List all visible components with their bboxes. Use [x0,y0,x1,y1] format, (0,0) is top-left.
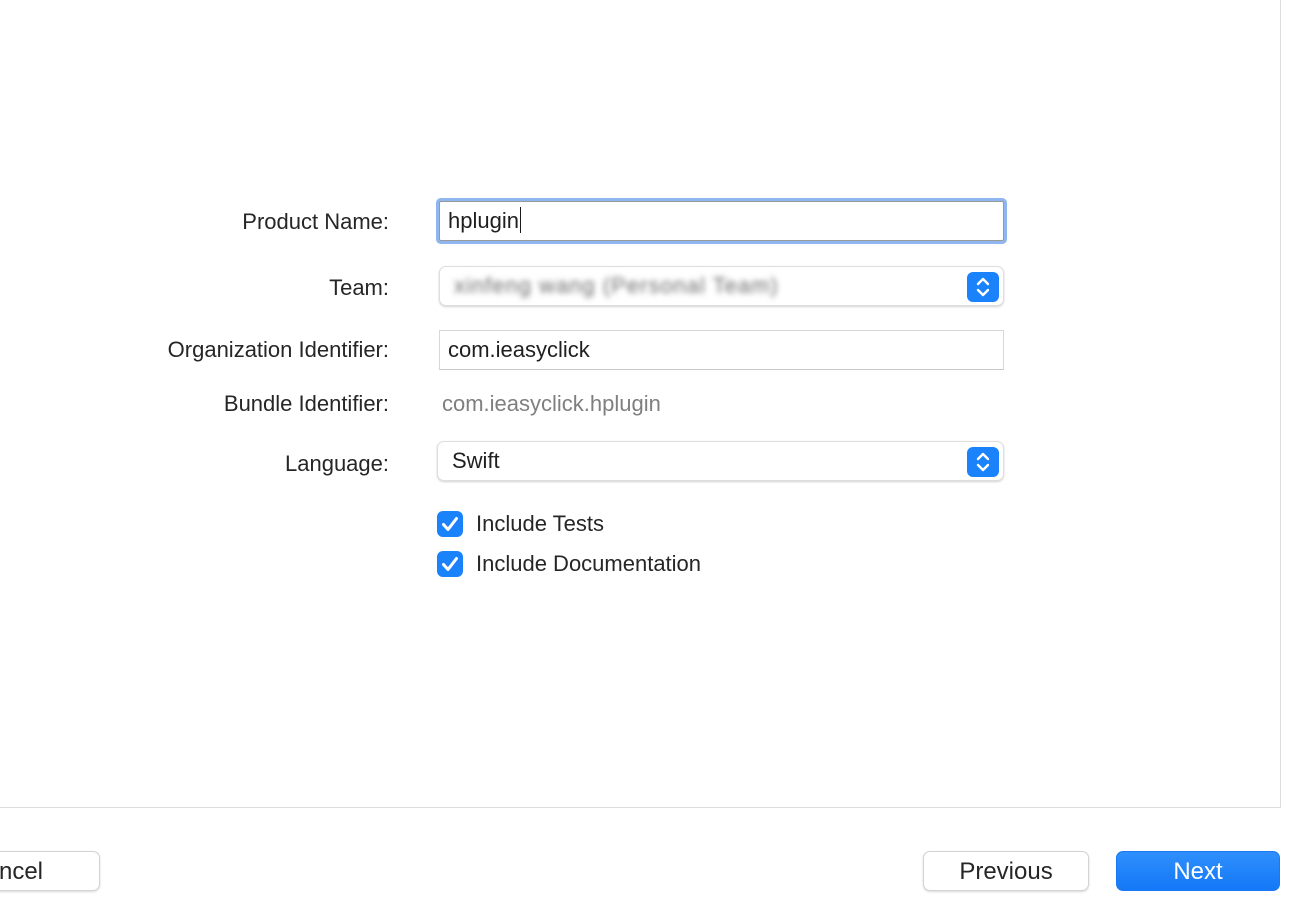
include-tests-checkbox[interactable] [437,511,463,537]
bundle-identifier-value: com.ieasyclick.hplugin [442,391,661,416]
include-documentation-row[interactable]: Include Documentation [437,550,701,578]
text-caret [519,207,522,234]
previous-button[interactable]: Previous [923,851,1089,891]
new-project-options-window: Product Name: hplugin Team: xinfeng wang… [0,0,1310,922]
checkmark-icon [442,517,458,531]
include-documentation-label: Include Documentation [476,551,702,576]
product-name-value: hplugin [448,208,519,233]
include-tests-label: Include Tests [476,511,605,536]
team-label: Team: [329,275,389,300]
product-name-label: Product Name: [242,209,389,234]
language-popup[interactable]: Swift [437,441,1004,481]
chevron-up-down-icon [967,272,999,302]
organization-identifier-value: com.ieasyclick [448,337,590,362]
language-label: Language: [285,451,389,476]
options-panel: Product Name: hplugin Team: xinfeng wang… [0,0,1281,808]
checkmark-icon [442,557,458,571]
cancel-button[interactable]: ncel [0,851,100,891]
organization-identifier-field[interactable]: com.ieasyclick [439,330,1004,370]
bundle-identifier-label: Bundle Identifier: [223,391,389,416]
include-tests-row[interactable]: Include Tests [437,510,604,538]
language-value: Swift [452,448,500,473]
team-popup[interactable]: xinfeng wang (Personal Team) [439,266,1004,306]
next-button[interactable]: Next [1116,851,1280,891]
team-value: xinfeng wang (Personal Team) [454,273,779,298]
organization-identifier-label: Organization Identifier: [167,337,389,362]
chevron-up-down-icon [967,447,999,477]
product-name-field[interactable]: hplugin [439,201,1004,241]
include-documentation-checkbox[interactable] [437,551,463,577]
